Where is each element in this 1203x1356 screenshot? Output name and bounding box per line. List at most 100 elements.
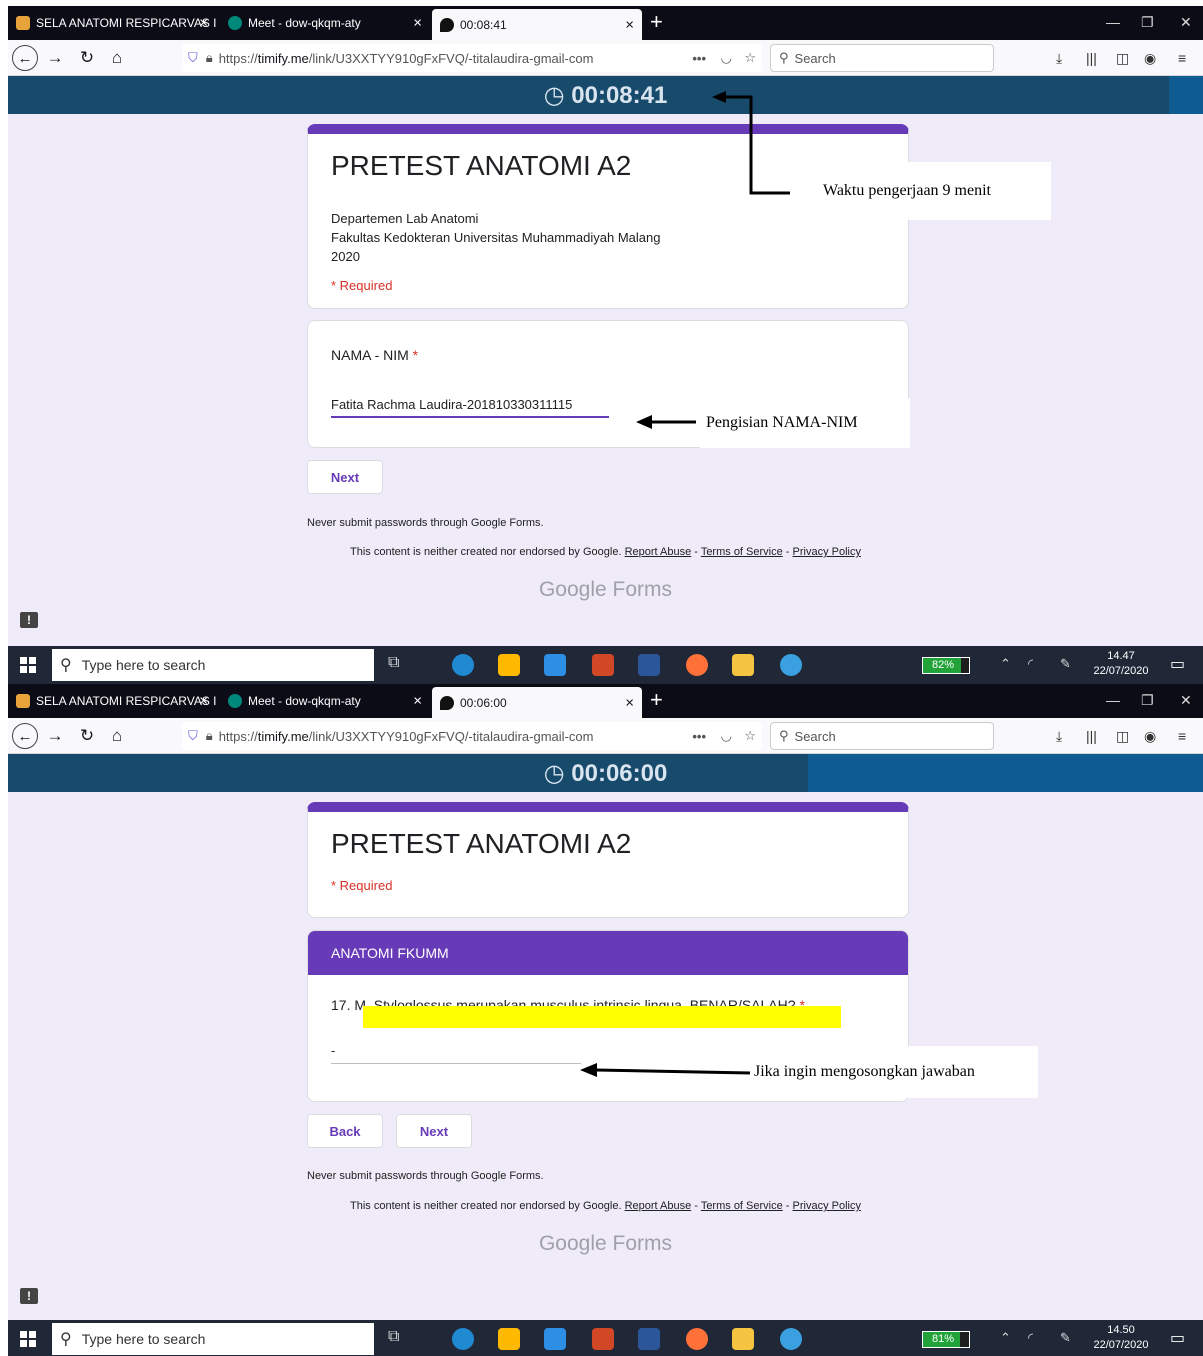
store-icon[interactable] xyxy=(498,1328,520,1350)
taskbar-search[interactable]: ⚲ Type here to search xyxy=(52,649,374,681)
close-icon[interactable]: × xyxy=(413,15,422,32)
battery-indicator[interactable]: 82% xyxy=(922,657,970,674)
bookmark-star-icon[interactable]: ☆ xyxy=(744,728,756,744)
windows-start-icon[interactable] xyxy=(20,657,36,673)
word-icon[interactable] xyxy=(638,1328,660,1350)
taskbar-search-placeholder: Type here to search xyxy=(81,657,206,673)
system-clock[interactable]: 14.50 22/07/2020 xyxy=(1086,1323,1156,1353)
notification-icon[interactable]: ▭ xyxy=(1170,654,1185,674)
back-button[interactable]: Back xyxy=(307,1114,383,1148)
library-icon[interactable]: ||| xyxy=(1086,728,1097,744)
restore-icon[interactable]: ❐ xyxy=(1141,692,1154,709)
mail-icon[interactable] xyxy=(544,654,566,676)
home-icon[interactable]: ⌂ xyxy=(104,723,130,749)
page-actions-icon[interactable]: ••• xyxy=(692,51,706,66)
account-icon[interactable]: ◉ xyxy=(1144,728,1156,745)
home-icon[interactable]: ⌂ xyxy=(104,45,130,71)
next-button[interactable]: Next xyxy=(307,460,383,494)
new-tab-button[interactable]: + xyxy=(650,688,663,712)
feedback-icon[interactable]: ! xyxy=(20,1288,38,1304)
windows-start-icon[interactable] xyxy=(20,1331,36,1347)
chevron-up-icon[interactable]: ⌃ xyxy=(1000,1330,1011,1346)
powerpoint-icon[interactable] xyxy=(592,1328,614,1350)
back-arrow-icon[interactable]: ← xyxy=(12,45,38,71)
chevron-up-icon[interactable]: ⌃ xyxy=(1000,656,1011,672)
wifi-icon[interactable]: ◜ xyxy=(1028,656,1033,672)
url-bar[interactable]: ⛉ 🔒︎ https://timify.me/link/U3XXTYY910gF… xyxy=(182,44,762,72)
download-icon[interactable]: ⤓ xyxy=(1056,728,1062,745)
minimize-icon[interactable]: — xyxy=(1106,692,1120,708)
privacy-link[interactable]: Privacy Policy xyxy=(793,1200,861,1212)
tab-timer[interactable]: 00:06:00 × xyxy=(432,687,642,718)
telegram-icon[interactable] xyxy=(780,1328,802,1350)
store-icon[interactable] xyxy=(498,654,520,676)
new-tab-button[interactable]: + xyxy=(650,10,663,34)
edge-icon[interactable] xyxy=(452,654,474,676)
telegram-icon[interactable] xyxy=(780,654,802,676)
battery-indicator[interactable]: 81% xyxy=(922,1331,970,1348)
search-input[interactable]: ⚲ Search xyxy=(770,44,994,72)
reload-icon[interactable]: ↻ xyxy=(74,45,100,71)
report-abuse-link[interactable]: Report Abuse xyxy=(625,1200,692,1212)
pen-icon[interactable]: ✎ xyxy=(1060,656,1071,672)
close-icon[interactable]: × xyxy=(413,693,422,710)
forward-arrow-icon[interactable]: → xyxy=(42,723,68,749)
bookmark-star-icon[interactable]: ☆ xyxy=(744,50,756,66)
search-input[interactable]: ⚲ Search xyxy=(770,722,994,750)
nama-nim-input[interactable]: Fatita Rachma Laudira-201810330311115 xyxy=(331,397,572,412)
reload-icon[interactable]: ↻ xyxy=(74,723,100,749)
pocket-icon[interactable]: ◡ xyxy=(721,50,732,66)
next-button[interactable]: Next xyxy=(396,1114,472,1148)
file-explorer-icon[interactable] xyxy=(732,654,754,676)
back-arrow-icon[interactable]: ← xyxy=(12,723,38,749)
pen-icon[interactable]: ✎ xyxy=(1060,1330,1071,1346)
report-abuse-link[interactable]: Report Abuse xyxy=(625,546,692,558)
answer-input[interactable]: - xyxy=(331,1043,335,1058)
powerpoint-icon[interactable] xyxy=(592,654,614,676)
task-view-icon[interactable]: ⧉ xyxy=(388,654,410,676)
notification-icon[interactable]: ▭ xyxy=(1170,1328,1185,1348)
lock-icon: 🔒︎ xyxy=(205,728,213,743)
tab-meet[interactable]: Meet - dow-qkqm-aty × xyxy=(220,684,430,718)
close-icon[interactable]: × xyxy=(625,694,634,711)
taskbar-search[interactable]: ⚲ Type here to search xyxy=(52,1323,374,1355)
feedback-icon[interactable]: ! xyxy=(20,612,38,628)
google-forms-logo[interactable]: Google Forms xyxy=(8,578,1203,602)
privacy-link[interactable]: Privacy Policy xyxy=(793,546,861,558)
menu-icon[interactable]: ≡ xyxy=(1178,728,1186,744)
menu-icon[interactable]: ≡ xyxy=(1178,50,1186,66)
terms-link[interactable]: Terms of Service xyxy=(701,546,783,558)
tab-timer[interactable]: 00:08:41 × xyxy=(432,9,642,40)
terms-link[interactable]: Terms of Service xyxy=(701,1200,783,1212)
account-icon[interactable]: ◉ xyxy=(1144,50,1156,67)
mail-icon[interactable] xyxy=(544,1328,566,1350)
sidebar-icon[interactable]: ◫ xyxy=(1116,728,1129,745)
edge-icon[interactable] xyxy=(452,1328,474,1350)
window-close-icon[interactable]: ✕ xyxy=(1180,692,1192,709)
restore-icon[interactable]: ❐ xyxy=(1141,14,1154,31)
word-icon[interactable] xyxy=(638,654,660,676)
library-icon[interactable]: ||| xyxy=(1086,50,1097,66)
wifi-icon[interactable]: ◜ xyxy=(1028,1330,1033,1346)
page-actions-icon[interactable]: ••• xyxy=(692,729,706,744)
firefox-icon[interactable] xyxy=(686,654,708,676)
close-icon[interactable]: × xyxy=(199,693,208,710)
forward-arrow-icon[interactable]: → xyxy=(42,45,68,71)
sidebar-icon[interactable]: ◫ xyxy=(1116,50,1129,67)
close-icon[interactable]: × xyxy=(625,16,634,33)
file-explorer-icon[interactable] xyxy=(732,1328,754,1350)
pocket-icon[interactable]: ◡ xyxy=(721,728,732,744)
question-title: NAMA - NIM * xyxy=(331,347,418,363)
system-clock[interactable]: 14.47 22/07/2020 xyxy=(1086,649,1156,679)
close-icon[interactable]: × xyxy=(199,15,208,32)
window-close-icon[interactable]: ✕ xyxy=(1180,14,1192,31)
firefox-icon[interactable] xyxy=(686,1328,708,1350)
download-icon[interactable]: ⤓ xyxy=(1056,50,1062,67)
task-view-icon[interactable]: ⧉ xyxy=(388,1328,410,1350)
url-bar[interactable]: ⛉ 🔒︎ https://timify.me/link/U3XXTYY910gF… xyxy=(182,722,762,750)
minimize-icon[interactable]: — xyxy=(1106,14,1120,30)
tab-sela-anatomi[interactable]: SELA ANATOMI RESPICARVAS I × xyxy=(8,684,217,718)
tab-sela-anatomi[interactable]: SELA ANATOMI RESPICARVAS I × xyxy=(8,6,217,40)
tab-meet[interactable]: Meet - dow-qkqm-aty × xyxy=(220,6,430,40)
google-forms-logo[interactable]: Google Forms xyxy=(8,1232,1203,1256)
